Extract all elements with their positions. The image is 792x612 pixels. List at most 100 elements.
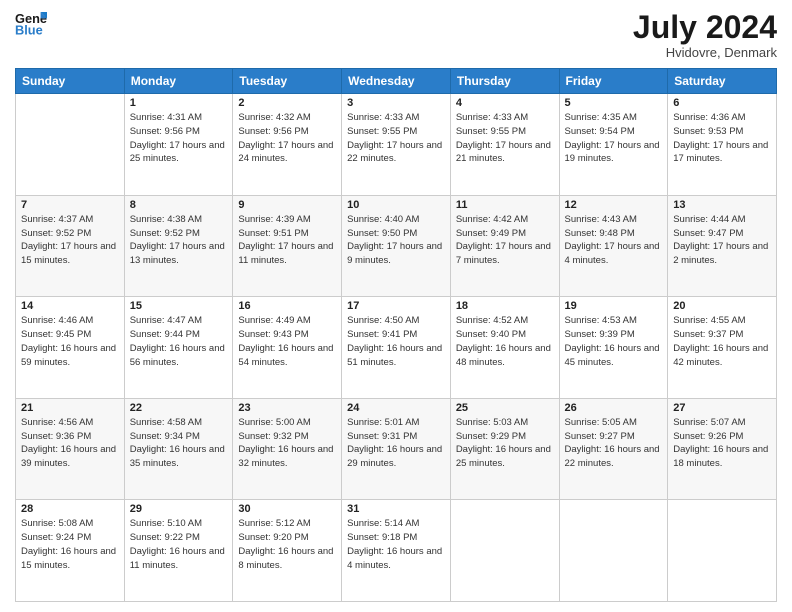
day-info: Sunrise: 4:53 AMSunset: 9:39 PMDaylight:… [565,314,663,369]
day-number: 30 [238,503,336,515]
day-number: 4 [456,97,554,109]
calendar-cell: 3 Sunrise: 4:33 AMSunset: 9:55 PMDayligh… [342,94,451,196]
day-number: 15 [130,300,228,312]
day-info: Sunrise: 5:14 AMSunset: 9:18 PMDaylight:… [347,517,445,572]
col-thursday: Thursday [450,69,559,94]
day-number: 21 [21,402,119,414]
calendar-week-4: 28 Sunrise: 5:08 AMSunset: 9:24 PMDaylig… [16,500,777,602]
calendar-cell: 6 Sunrise: 4:36 AMSunset: 9:53 PMDayligh… [668,94,777,196]
calendar-cell: 4 Sunrise: 4:33 AMSunset: 9:55 PMDayligh… [450,94,559,196]
calendar-cell: 23 Sunrise: 5:00 AMSunset: 9:32 PMDaylig… [233,398,342,500]
day-number: 28 [21,503,119,515]
calendar-cell: 8 Sunrise: 4:38 AMSunset: 9:52 PMDayligh… [124,195,233,297]
calendar-week-3: 21 Sunrise: 4:56 AMSunset: 9:36 PMDaylig… [16,398,777,500]
day-info: Sunrise: 4:36 AMSunset: 9:53 PMDaylight:… [673,111,771,166]
day-number: 8 [130,199,228,211]
day-info: Sunrise: 4:37 AMSunset: 9:52 PMDaylight:… [21,213,119,268]
day-info: Sunrise: 4:52 AMSunset: 9:40 PMDaylight:… [456,314,554,369]
calendar-cell: 13 Sunrise: 4:44 AMSunset: 9:47 PMDaylig… [668,195,777,297]
calendar-cell: 26 Sunrise: 5:05 AMSunset: 9:27 PMDaylig… [559,398,668,500]
svg-text:Blue: Blue [15,22,43,37]
calendar-cell [559,500,668,602]
day-number: 3 [347,97,445,109]
day-number: 10 [347,199,445,211]
month-title: July 2024 [633,10,777,45]
calendar-cell: 16 Sunrise: 4:49 AMSunset: 9:43 PMDaylig… [233,297,342,399]
title-block: July 2024 Hvidovre, Denmark [633,10,777,60]
day-number: 12 [565,199,663,211]
calendar-cell: 14 Sunrise: 4:46 AMSunset: 9:45 PMDaylig… [16,297,125,399]
col-saturday: Saturday [668,69,777,94]
day-info: Sunrise: 4:42 AMSunset: 9:49 PMDaylight:… [456,213,554,268]
day-number: 27 [673,402,771,414]
calendar-cell: 7 Sunrise: 4:37 AMSunset: 9:52 PMDayligh… [16,195,125,297]
page: General Blue July 2024 Hvidovre, Denmark… [0,0,792,612]
calendar-week-0: 1 Sunrise: 4:31 AMSunset: 9:56 PMDayligh… [16,94,777,196]
day-number: 2 [238,97,336,109]
day-number: 26 [565,402,663,414]
calendar-cell: 11 Sunrise: 4:42 AMSunset: 9:49 PMDaylig… [450,195,559,297]
calendar-cell: 12 Sunrise: 4:43 AMSunset: 9:48 PMDaylig… [559,195,668,297]
calendar-cell: 24 Sunrise: 5:01 AMSunset: 9:31 PMDaylig… [342,398,451,500]
day-info: Sunrise: 4:56 AMSunset: 9:36 PMDaylight:… [21,416,119,471]
logo: General Blue [15,10,47,38]
day-info: Sunrise: 4:38 AMSunset: 9:52 PMDaylight:… [130,213,228,268]
calendar-cell: 29 Sunrise: 5:10 AMSunset: 9:22 PMDaylig… [124,500,233,602]
calendar-cell [450,500,559,602]
calendar-cell: 9 Sunrise: 4:39 AMSunset: 9:51 PMDayligh… [233,195,342,297]
day-info: Sunrise: 5:00 AMSunset: 9:32 PMDaylight:… [238,416,336,471]
day-info: Sunrise: 4:46 AMSunset: 9:45 PMDaylight:… [21,314,119,369]
day-info: Sunrise: 4:35 AMSunset: 9:54 PMDaylight:… [565,111,663,166]
day-info: Sunrise: 4:55 AMSunset: 9:37 PMDaylight:… [673,314,771,369]
day-info: Sunrise: 4:31 AMSunset: 9:56 PMDaylight:… [130,111,228,166]
day-number: 25 [456,402,554,414]
calendar-cell: 1 Sunrise: 4:31 AMSunset: 9:56 PMDayligh… [124,94,233,196]
day-info: Sunrise: 4:39 AMSunset: 9:51 PMDaylight:… [238,213,336,268]
calendar-week-1: 7 Sunrise: 4:37 AMSunset: 9:52 PMDayligh… [16,195,777,297]
day-number: 7 [21,199,119,211]
day-info: Sunrise: 4:32 AMSunset: 9:56 PMDaylight:… [238,111,336,166]
col-tuesday: Tuesday [233,69,342,94]
calendar-cell: 18 Sunrise: 4:52 AMSunset: 9:40 PMDaylig… [450,297,559,399]
calendar-cell: 20 Sunrise: 4:55 AMSunset: 9:37 PMDaylig… [668,297,777,399]
calendar-cell: 10 Sunrise: 4:40 AMSunset: 9:50 PMDaylig… [342,195,451,297]
calendar-cell: 21 Sunrise: 4:56 AMSunset: 9:36 PMDaylig… [16,398,125,500]
calendar-cell [668,500,777,602]
location: Hvidovre, Denmark [633,45,777,60]
day-number: 13 [673,199,771,211]
day-info: Sunrise: 5:05 AMSunset: 9:27 PMDaylight:… [565,416,663,471]
col-friday: Friday [559,69,668,94]
calendar-cell: 19 Sunrise: 4:53 AMSunset: 9:39 PMDaylig… [559,297,668,399]
day-number: 9 [238,199,336,211]
day-info: Sunrise: 5:08 AMSunset: 9:24 PMDaylight:… [21,517,119,572]
day-info: Sunrise: 4:58 AMSunset: 9:34 PMDaylight:… [130,416,228,471]
day-info: Sunrise: 4:44 AMSunset: 9:47 PMDaylight:… [673,213,771,268]
calendar-cell: 27 Sunrise: 5:07 AMSunset: 9:26 PMDaylig… [668,398,777,500]
calendar-cell: 31 Sunrise: 5:14 AMSunset: 9:18 PMDaylig… [342,500,451,602]
calendar-week-2: 14 Sunrise: 4:46 AMSunset: 9:45 PMDaylig… [16,297,777,399]
day-number: 24 [347,402,445,414]
calendar-cell: 2 Sunrise: 4:32 AMSunset: 9:56 PMDayligh… [233,94,342,196]
day-number: 22 [130,402,228,414]
col-wednesday: Wednesday [342,69,451,94]
calendar-cell [16,94,125,196]
day-number: 1 [130,97,228,109]
day-info: Sunrise: 5:01 AMSunset: 9:31 PMDaylight:… [347,416,445,471]
col-monday: Monday [124,69,233,94]
day-number: 18 [456,300,554,312]
day-number: 23 [238,402,336,414]
calendar-cell: 28 Sunrise: 5:08 AMSunset: 9:24 PMDaylig… [16,500,125,602]
day-info: Sunrise: 4:47 AMSunset: 9:44 PMDaylight:… [130,314,228,369]
day-info: Sunrise: 4:50 AMSunset: 9:41 PMDaylight:… [347,314,445,369]
calendar-header-row: Sunday Monday Tuesday Wednesday Thursday… [16,69,777,94]
calendar-cell: 17 Sunrise: 4:50 AMSunset: 9:41 PMDaylig… [342,297,451,399]
day-number: 14 [21,300,119,312]
calendar-cell: 22 Sunrise: 4:58 AMSunset: 9:34 PMDaylig… [124,398,233,500]
day-info: Sunrise: 5:03 AMSunset: 9:29 PMDaylight:… [456,416,554,471]
day-info: Sunrise: 4:49 AMSunset: 9:43 PMDaylight:… [238,314,336,369]
day-number: 5 [565,97,663,109]
day-info: Sunrise: 5:07 AMSunset: 9:26 PMDaylight:… [673,416,771,471]
day-info: Sunrise: 5:12 AMSunset: 9:20 PMDaylight:… [238,517,336,572]
day-info: Sunrise: 4:33 AMSunset: 9:55 PMDaylight:… [456,111,554,166]
day-info: Sunrise: 4:40 AMSunset: 9:50 PMDaylight:… [347,213,445,268]
